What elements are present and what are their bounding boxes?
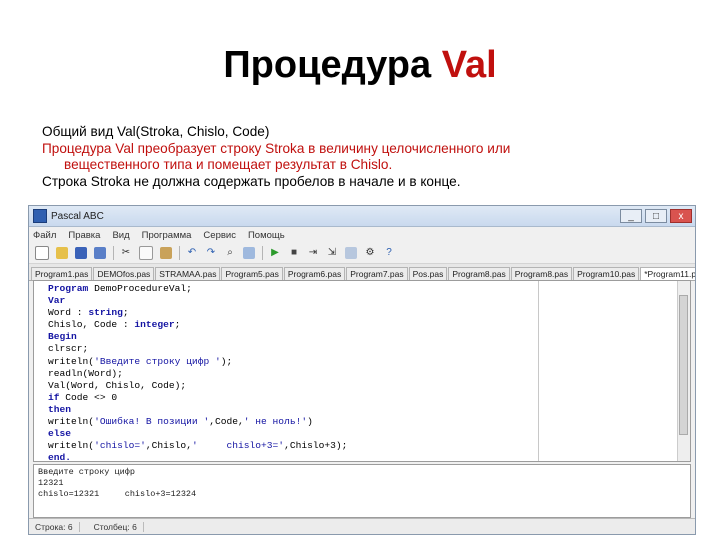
redo-icon[interactable]: ↷ [205,247,217,259]
output-panel[interactable]: Введите строку цифр 12321 chislo=12321 c… [33,464,691,518]
description-line-2: вещественного типа и помещает результат … [64,157,393,172]
new-file-icon[interactable] [35,246,49,260]
toolbar-separator [113,246,114,260]
description-line-1: Процедура Val преобразует строку Stroka … [42,141,511,156]
settings-icon[interactable]: ⚙ [364,247,376,259]
description-line: Процедура Val преобразует строку Stroka … [42,141,702,173]
tab-file[interactable]: Program10.pas [573,267,640,280]
menu-edit[interactable]: Правка [68,230,100,241]
tab-file[interactable]: Program5.pas [221,267,283,280]
save-all-icon[interactable] [94,247,106,259]
editor-scrollbar[interactable] [677,281,690,461]
maximize-button[interactable]: □ [645,209,667,223]
tab-file[interactable]: Program8.pas [448,267,510,280]
tab-file[interactable]: Program7.pas [346,267,408,280]
cut-icon[interactable]: ✂ [120,247,132,259]
minimize-button[interactable]: _ [620,209,642,223]
debug-icon[interactable]: ⇲ [326,247,338,259]
tab-file-active[interactable]: *Program11.pas [640,267,695,280]
menu-bar: Файл Правка Вид Программа Сервис Помощь [29,227,695,243]
slide-body: Общий вид Val(Stroka, Chislo, Code) Проц… [42,124,702,191]
save-icon[interactable] [75,247,87,259]
replace-icon[interactable] [243,247,255,259]
slide-title: Процедура Val [0,44,720,87]
status-line: Строка: 6 [35,521,80,532]
help-icon[interactable]: ? [383,247,395,259]
syntax-line: Общий вид Val(Stroka, Chislo, Code) [42,124,270,139]
undo-icon[interactable]: ↶ [186,247,198,259]
menu-help[interactable]: Помощь [248,230,285,241]
toolbar: ✂ ↶ ↷ ⌕ ▶ ■ ⇥ ⇲ ⚙ ? [29,243,695,264]
open-icon[interactable] [56,247,68,259]
tab-file[interactable]: Program8.pas [510,267,573,280]
close-button[interactable]: x [670,209,692,223]
tab-file[interactable]: Program6.pas [283,267,346,280]
menu-file[interactable]: Файл [33,230,56,241]
window-titlebar[interactable]: Pascal ABC _ □ x [29,206,695,227]
menu-service[interactable]: Сервис [203,230,236,241]
window-title: Pascal ABC [51,210,104,222]
scrollbar-thumb[interactable] [679,295,688,435]
find-icon[interactable]: ⌕ [224,247,236,259]
tab-file[interactable]: DEMOfos.pas [93,267,155,280]
status-column: Столбец: 6 [94,521,144,532]
run-icon[interactable]: ▶ [269,247,281,259]
editor-margin-line [538,281,539,461]
menu-view[interactable]: Вид [112,230,129,241]
code-text: Program DemoProcedureVal; Var Word : str… [48,283,348,464]
note-line: Строка Stroka не должна содержать пробел… [42,174,461,189]
slide-title-accent: Val [441,44,497,86]
toolbar-separator [262,246,263,260]
tab-file[interactable]: Program1.pas [31,267,93,280]
output-text: Введите строку цифр 12321 chislo=12321 c… [38,467,197,499]
stop-icon[interactable]: ■ [288,247,300,259]
menu-program[interactable]: Программа [142,230,192,241]
toolbar-separator [179,246,180,260]
slide-title-main: Процедура [223,44,442,86]
status-bar: Строка: 6 Столбец: 6 [29,518,695,534]
app-icon [33,209,47,223]
code-editor[interactable]: Program DemoProcedureVal; Var Word : str… [33,280,691,464]
copy-icon[interactable] [139,246,153,260]
tab-file[interactable]: STRAMAA.pas [155,267,221,280]
ide-window: Pascal ABC _ □ x Файл Правка Вид Програм… [28,205,696,535]
watch-icon[interactable] [345,247,357,259]
tab-file[interactable]: Pos.pas [408,267,448,280]
file-tabs: Program1.pas DEMOfos.pas STRAMAA.pas Pro… [29,264,695,281]
step-icon[interactable]: ⇥ [307,247,319,259]
paste-icon[interactable] [160,247,172,259]
